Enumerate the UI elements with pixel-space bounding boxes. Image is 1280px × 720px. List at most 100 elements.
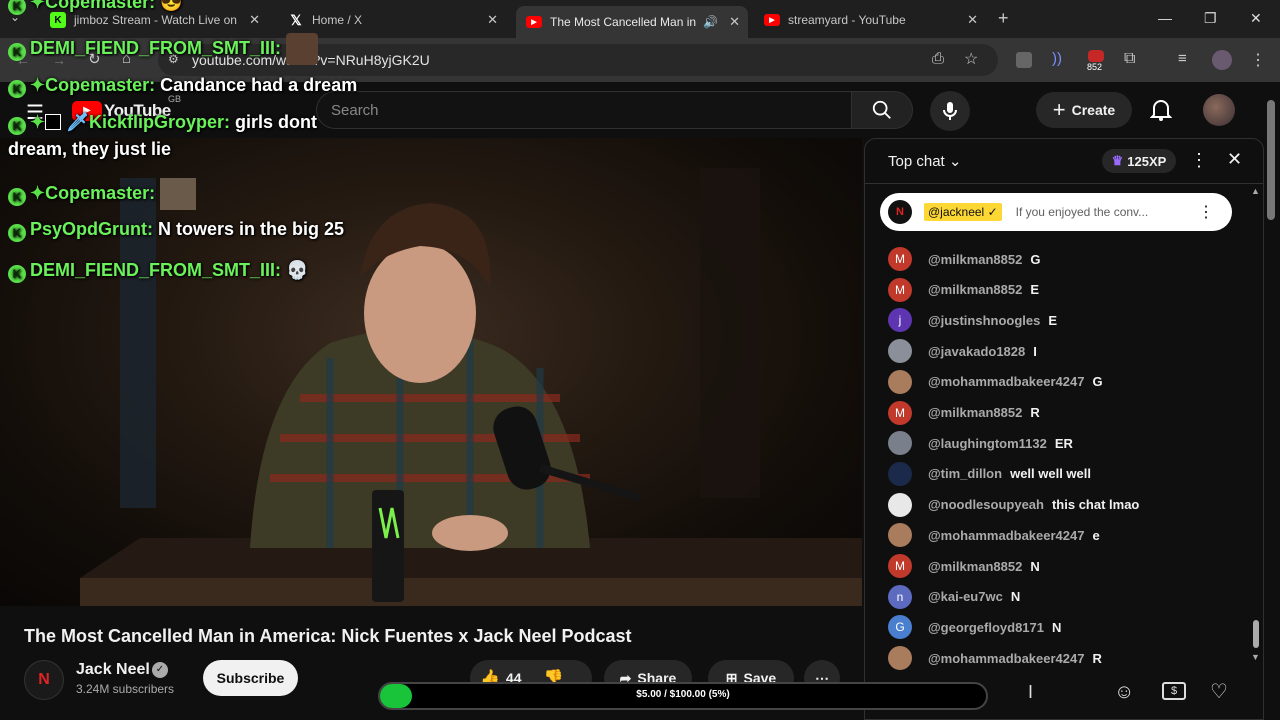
account-avatar[interactable] <box>1203 94 1235 126</box>
chat-author[interactable]: @georgefloyd8171 <box>928 620 1044 635</box>
channel-avatar[interactable]: N <box>24 660 64 700</box>
chat-text: ER <box>1054 435 1073 451</box>
emote-image-icon <box>160 178 197 210</box>
close-tab-icon[interactable]: ✕ <box>487 12 498 28</box>
search-input[interactable]: Search <box>316 91 851 129</box>
kick-badge-icon: K <box>8 0 26 15</box>
chat-message[interactable]: @laughingtom1132 ER <box>888 431 1073 456</box>
chat-author[interactable]: @milkman8852 <box>928 282 1022 297</box>
extensions-puzzle-icon[interactable]: ⧉ <box>1124 50 1135 68</box>
chat-close-icon[interactable]: ✕ <box>1227 149 1242 170</box>
chat-message[interactable]: M @milkman8852 N <box>888 554 1040 578</box>
chat-message[interactable]: @tim_dillon well well well <box>888 461 1091 486</box>
search-placeholder: Search <box>331 102 379 119</box>
install-app-icon[interactable]: ⎙ <box>932 50 944 67</box>
chat-author[interactable]: @tim_dillon <box>928 466 1002 481</box>
tab-streamyard[interactable]: ▶ streamyard - YouTube ✕ <box>754 6 986 34</box>
chat-author[interactable]: @mohammadbakeer4247 <box>928 374 1084 389</box>
chat-author[interactable]: @mohammadbakeer4247 <box>928 651 1084 666</box>
new-tab-button[interactable]: + <box>998 8 1009 29</box>
chat-more-icon[interactable]: ⋮ <box>1190 150 1208 171</box>
chat-text: well well well <box>1010 466 1091 482</box>
chat-message[interactable]: M @milkman8852 R <box>888 400 1040 425</box>
chat-mode-dropdown[interactable]: Top chat ⌄ <box>888 152 961 170</box>
overlay-chat-username: DEMI_FIEND_FROM_SMT_III: <box>30 260 282 280</box>
chat-message[interactable]: @javakado1828 I <box>888 339 1037 364</box>
chat-message[interactable]: @mohammadbakeer4247 R <box>888 646 1102 671</box>
overlay-chat-username: Copemaster: <box>45 75 156 95</box>
search-button[interactable] <box>851 91 913 129</box>
scroll-up-icon[interactable]: ▲ <box>1251 186 1260 196</box>
chat-author[interactable]: @mohammadbakeer4247 <box>928 528 1084 543</box>
audio-playing-icon[interactable]: 🔊 <box>703 15 718 29</box>
chat-author[interactable]: @milkman8852 <box>928 559 1022 574</box>
extension-badge-icon[interactable] <box>1088 50 1104 62</box>
kick-badge-icon: K <box>8 265 26 283</box>
chat-message[interactable]: @mohammadbakeer4247 e <box>888 523 1100 548</box>
profile-avatar[interactable] <box>1212 50 1232 70</box>
diamond-badge-icon: ✦ <box>30 182 46 203</box>
pinned-text: If you enjoyed the conv... <box>1015 205 1149 219</box>
close-tab-icon[interactable]: ✕ <box>729 14 740 30</box>
notifications-bell-icon[interactable] <box>1149 98 1173 127</box>
pinned-author: @jackneel ✓ <box>924 203 1002 221</box>
page-scrollbar-thumb[interactable] <box>1267 100 1275 220</box>
chat-message[interactable]: @mohammadbakeer4247 G <box>888 369 1103 394</box>
chat-text: G <box>1030 251 1041 267</box>
chat-text: I <box>1033 343 1037 359</box>
create-label: Create <box>1071 102 1116 118</box>
window-close-icon[interactable]: ✕ <box>1250 10 1262 27</box>
pinned-message[interactable]: N @jackneel ✓ If you enjoyed the conv...… <box>880 193 1232 231</box>
chat-mode-label: Top chat <box>888 153 945 170</box>
pinned-more-icon[interactable]: ⋮ <box>1198 202 1214 222</box>
heart-icon[interactable]: ♡ <box>1210 679 1228 704</box>
chat-avatar: M <box>888 247 912 271</box>
chat-message[interactable]: n @kai-eu7wc N <box>888 584 1020 609</box>
extension-k-icon[interactable] <box>1016 52 1032 68</box>
chat-message[interactable]: M @milkman8852 G <box>888 247 1040 271</box>
chat-message[interactable]: M @milkman8852 E <box>888 277 1039 302</box>
overlay-chat-line: K ✦Copemaster: <box>8 178 197 210</box>
channel-name[interactable]: Jack Neel <box>76 661 150 679</box>
chat-message[interactable]: G @georgefloyd8171 N <box>888 615 1061 640</box>
media-control-icon[interactable]: ≡ <box>1178 50 1187 67</box>
emoji-icon[interactable]: ☺ <box>1114 681 1134 704</box>
chat-author[interactable]: @laughingtom1132 <box>928 436 1047 451</box>
extension-wave-icon[interactable]: )) <box>1052 50 1062 67</box>
tab-x[interactable]: 𝕏 Home / X ✕ <box>278 6 506 34</box>
plus-icon: + <box>1052 97 1066 122</box>
chat-author[interactable]: @kai-eu7wc <box>928 589 1003 604</box>
kick-badge-icon: K <box>8 187 26 206</box>
voice-search-button[interactable] <box>930 91 970 131</box>
chat-author[interactable]: @justinshnoogles <box>928 313 1040 328</box>
close-tab-icon[interactable]: ✕ <box>249 12 260 28</box>
subscribe-button[interactable]: Subscribe <box>203 660 298 696</box>
super-chat-icon[interactable]: $ <box>1162 682 1186 700</box>
chat-text: e <box>1092 527 1100 543</box>
close-tab-icon[interactable]: ✕ <box>967 12 978 28</box>
overlay-chat-username: DEMI_FIEND_FROM_SMT_III: <box>30 37 282 58</box>
chat-text: this chat lmao <box>1051 497 1140 513</box>
subscriber-count: 3.24M subscribers <box>76 682 175 696</box>
verified-icon: ✓ <box>152 662 168 678</box>
bookmark-star-icon[interactable]: ☆ <box>964 49 978 69</box>
restore-icon[interactable]: ❐ <box>1204 10 1217 27</box>
scroll-down-icon[interactable]: ▼ <box>1251 652 1260 662</box>
chat-message[interactable]: @noodlesoupyeah this chat lmao <box>888 492 1140 517</box>
chat-scrollbar-thumb[interactable] <box>1253 620 1259 648</box>
browser-menu-icon[interactable]: ⋮ <box>1250 50 1266 70</box>
xp-value: 125XP <box>1127 153 1167 169</box>
xp-badge[interactable]: ♛ 125XP <box>1102 149 1176 173</box>
tab-title: Home / X <box>312 13 363 27</box>
tab-youtube-active[interactable]: ▶ The Most Cancelled Man in 🔊 ✕ <box>516 6 748 38</box>
microphone-icon <box>943 102 957 120</box>
chat-author[interactable]: @noodlesoupyeah <box>928 497 1044 512</box>
chat-message[interactable]: j @justinshnoogles E <box>888 308 1057 333</box>
minimize-icon[interactable]: — <box>1158 10 1172 26</box>
chat-author[interactable]: @milkman8852 <box>928 405 1022 420</box>
chat-author[interactable]: @javakado1828 <box>928 344 1025 359</box>
chevron-down-icon: ⌄ <box>948 153 962 170</box>
chat-author[interactable]: @milkman8852 <box>928 252 1022 267</box>
overlay-chat-line: K DEMI_FIEND_FROM_SMT_III: 💀 <box>8 260 308 283</box>
create-button[interactable]: + Create <box>1036 92 1132 128</box>
